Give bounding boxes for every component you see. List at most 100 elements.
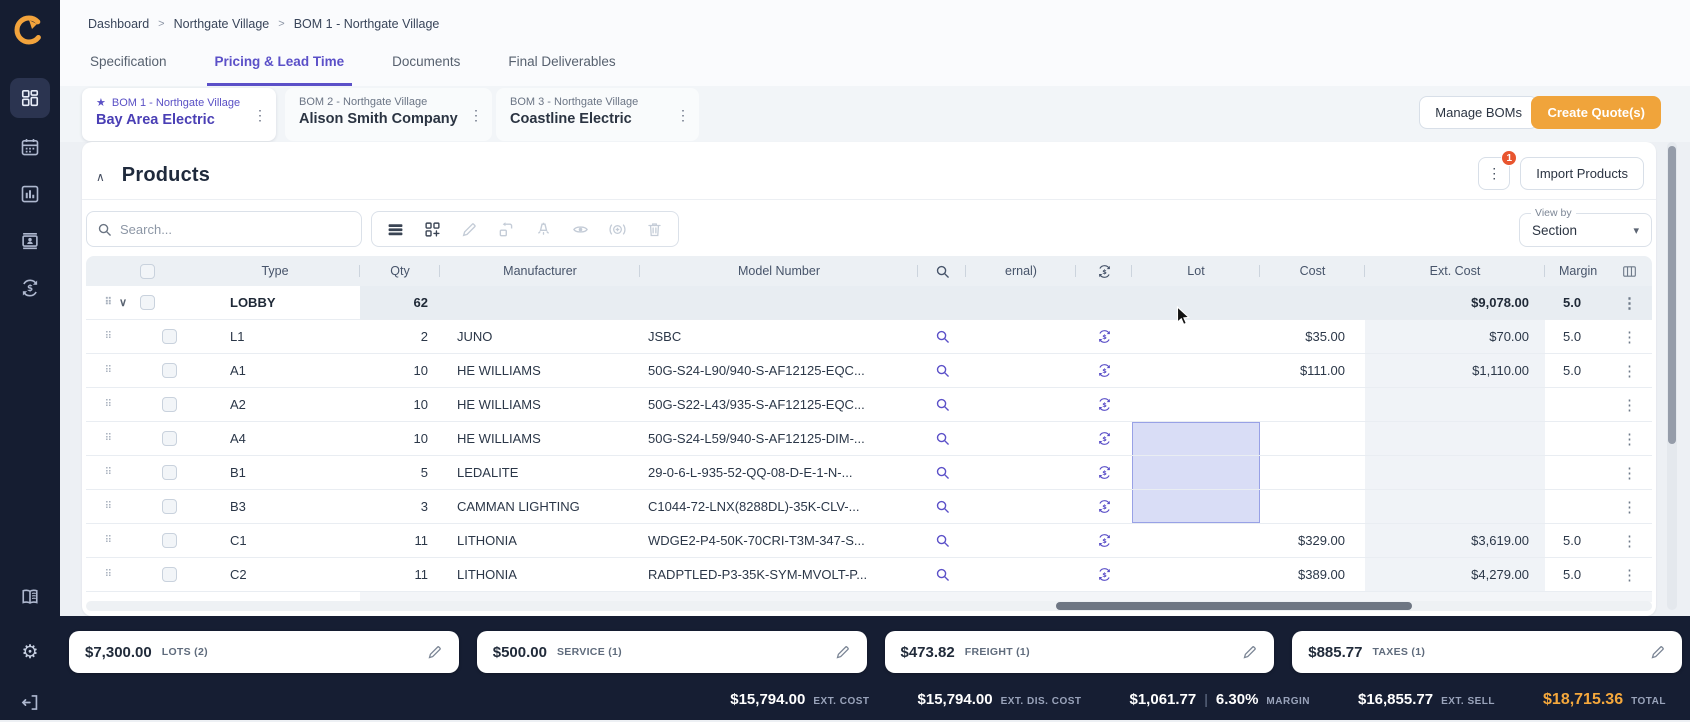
search-icon[interactable] <box>918 354 966 387</box>
row-checkbox[interactable] <box>162 533 177 548</box>
product-row-c1[interactable]: ⠿ C1 11 LITHONIA WDGE2-P4-50K-70CRI-T3M-… <box>86 524 1652 558</box>
tab-final-deliverables[interactable]: Final Deliverables <box>500 54 623 86</box>
star-icon[interactable]: ★ <box>96 96 106 109</box>
sidebar-item-calendar[interactable] <box>10 127 50 167</box>
cell-lot[interactable] <box>1132 524 1260 557</box>
cell-lot[interactable] <box>1132 320 1260 353</box>
product-row-c2[interactable]: ⠿ C2 11 LITHONIA RADPTLED-P3-35K-SYM-MVO… <box>86 558 1652 592</box>
bom-tab-1[interactable]: ★ BOM 1 - Northgate Village Bay Area Elec… <box>82 88 276 141</box>
sidebar-item-dashboard[interactable] <box>10 78 50 118</box>
search-icon[interactable] <box>918 456 966 489</box>
vertical-scrollbar[interactable] <box>1667 142 1677 610</box>
currency-sync-icon[interactable] <box>1076 558 1132 591</box>
search-icon[interactable] <box>918 320 966 353</box>
cell-margin[interactable] <box>1545 422 1607 455</box>
drag-handle[interactable]: ⠿ <box>86 490 112 523</box>
col-external[interactable]: ernal) <box>966 256 1076 286</box>
cell-cost[interactable] <box>1260 388 1365 421</box>
eye-icon[interactable] <box>572 221 589 238</box>
taxes-card[interactable]: $885.77 TAXES (1) <box>1292 631 1682 673</box>
col-type[interactable]: Type <box>190 256 360 286</box>
create-quotes-button[interactable]: Create Quote(s) <box>1531 96 1661 129</box>
row-checkbox[interactable] <box>162 397 177 412</box>
row-checkbox[interactable] <box>162 499 177 514</box>
import-products-button[interactable]: Import Products <box>1520 157 1644 190</box>
row-checkbox[interactable] <box>140 295 155 310</box>
cell-cost[interactable]: $35.00 <box>1260 320 1365 353</box>
tab-pricing-lead-time[interactable]: Pricing & Lead Time <box>206 54 353 86</box>
product-row-l1[interactable]: ⠿ L1 2 JUNO JSBC $35.00 $70.00 5.0 ⋮ <box>86 320 1652 354</box>
rows-icon[interactable] <box>387 221 404 238</box>
sidebar-item-contacts[interactable] <box>10 221 50 261</box>
col-margin[interactable]: Margin <box>1545 256 1607 286</box>
cell-lot[interactable] <box>1132 388 1260 421</box>
brand-logo-icon[interactable] <box>13 14 45 46</box>
edit-icon[interactable] <box>427 644 443 660</box>
cell-lot[interactable] <box>1132 354 1260 387</box>
scrollbar-thumb[interactable] <box>1056 602 1412 610</box>
drag-handle[interactable]: ⠿ <box>86 388 112 421</box>
cell-margin[interactable] <box>1545 490 1607 523</box>
search-icon[interactable] <box>918 256 966 286</box>
products-menu-button[interactable]: ⋮ 1 <box>1478 150 1518 190</box>
tab-specification[interactable]: Specification <box>82 54 175 86</box>
cell-margin[interactable] <box>1545 388 1607 421</box>
chevron-down-icon[interactable]: ∨ <box>112 286 134 319</box>
currency-sync-icon[interactable] <box>1076 524 1132 557</box>
sidebar-item-transactions[interactable] <box>10 268 50 308</box>
row-checkbox[interactable] <box>162 329 177 344</box>
search-icon[interactable] <box>918 490 966 523</box>
bom-menu-button[interactable]: ⋮ <box>469 107 483 124</box>
cell-lot[interactable] <box>1132 558 1260 591</box>
cell-cost[interactable] <box>1260 422 1365 455</box>
section-row-lobby[interactable]: ⠿ ∨ LOBBY 62 $9,078.00 5.0 ⋮ <box>86 286 1652 320</box>
search-icon[interactable] <box>918 422 966 455</box>
cell-margin[interactable] <box>1545 456 1607 489</box>
row-menu-button[interactable]: ⋮ <box>1607 456 1652 489</box>
row-menu-button[interactable]: ⋮ <box>1607 286 1652 319</box>
row-menu-button[interactable]: ⋮ <box>1607 320 1652 353</box>
currency-sync-icon[interactable] <box>1076 456 1132 489</box>
currency-sync-icon[interactable] <box>1076 256 1132 286</box>
currency-sync-icon[interactable] <box>1076 388 1132 421</box>
sidebar-item-settings[interactable]: ⚙ <box>10 632 50 672</box>
breadcrumb-bom[interactable]: BOM 1 - Northgate Village <box>294 17 440 31</box>
col-manufacturer[interactable]: Manufacturer <box>440 256 640 286</box>
row-menu-button[interactable]: ⋮ <box>1607 388 1652 421</box>
cell-cost[interactable]: $111.00 <box>1260 354 1365 387</box>
product-row-b1[interactable]: ⠿ B1 5 LEDALITE 29-0-6-L-935-52-QQ-08-D-… <box>86 456 1652 490</box>
collapse-chevron-icon[interactable]: ∧ <box>96 170 105 184</box>
drag-handle[interactable]: ⠿ <box>86 320 112 353</box>
select-all-checkbox[interactable] <box>140 263 155 279</box>
row-menu-button[interactable]: ⋮ <box>1607 558 1652 591</box>
trash-icon[interactable] <box>646 221 663 238</box>
selected-lot-cell[interactable] <box>1132 490 1260 523</box>
product-row-b3[interactable]: ⠿ B3 3 CAMMAN LIGHTING C1044-72-LNX(8288… <box>86 490 1652 524</box>
sidebar-item-logout[interactable] <box>10 682 50 722</box>
drag-handle[interactable]: ⠿ <box>86 524 112 557</box>
search-icon[interactable] <box>918 524 966 557</box>
drag-handle[interactable]: ⠿ <box>86 558 112 591</box>
columns-icon[interactable] <box>1607 256 1652 286</box>
view-by-select[interactable]: View by Section ▾ <box>1519 207 1652 247</box>
breadcrumb-dashboard[interactable]: Dashboard <box>88 17 149 31</box>
cell-margin[interactable]: 5.0 <box>1545 320 1607 353</box>
edit-icon[interactable] <box>1242 644 1258 660</box>
horizontal-scrollbar[interactable] <box>86 601 1652 611</box>
search-input[interactable] <box>120 221 351 237</box>
sidebar-item-catalog[interactable] <box>10 577 50 617</box>
currency-sync-icon[interactable] <box>1076 320 1132 353</box>
drag-handle[interactable]: ⠿ <box>86 354 112 387</box>
cell-cost[interactable]: $329.00 <box>1260 524 1365 557</box>
cell-margin[interactable]: 5.0 <box>1545 558 1607 591</box>
currency-sync-icon[interactable] <box>1076 490 1132 523</box>
light-fixture-icon[interactable] <box>535 221 552 238</box>
scrollbar-thumb[interactable] <box>1668 146 1676 444</box>
col-model-number[interactable]: Model Number <box>640 256 918 286</box>
service-card[interactable]: $500.00 SERVICE (1) <box>476 631 867 673</box>
col-lot[interactable]: Lot <box>1132 256 1260 286</box>
row-menu-button[interactable]: ⋮ <box>1607 354 1652 387</box>
freight-card[interactable]: $473.82 FREIGHT (1) <box>884 631 1275 673</box>
cell-cost[interactable]: $389.00 <box>1260 558 1365 591</box>
row-checkbox[interactable] <box>162 465 177 480</box>
